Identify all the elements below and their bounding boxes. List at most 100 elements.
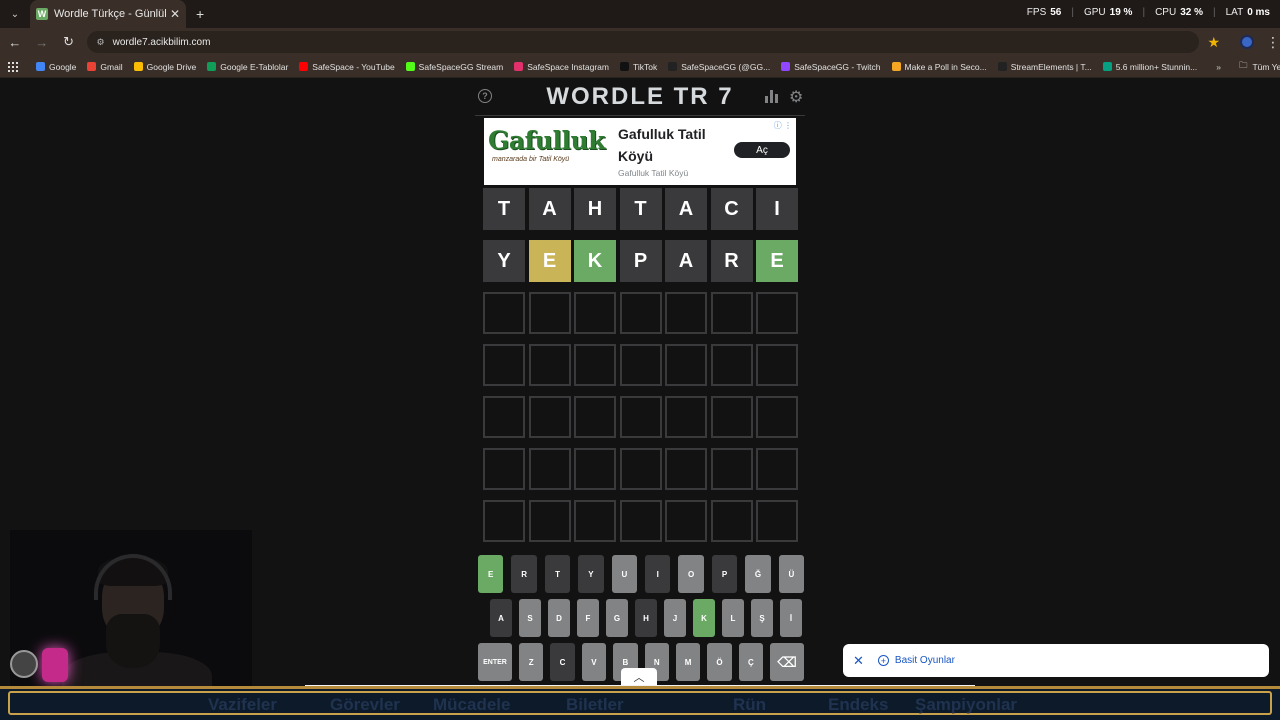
key-ğ[interactable]: Ğ	[745, 555, 771, 593]
folder-icon: 🗀	[1238, 59, 1248, 70]
key-g[interactable]: G	[606, 599, 628, 637]
ad-banner[interactable]: Gafulluk manzarada bir Tatil Köyü Gafull…	[484, 118, 796, 185]
bookmark-label: SafeSpace Instagram	[527, 61, 609, 72]
key-ş[interactable]: Ş	[751, 599, 773, 637]
bookmark-item[interactable]: SafeSpace - YouTube	[299, 62, 395, 72]
board-tile: H	[574, 188, 616, 230]
board-tile	[574, 292, 616, 334]
board-tile	[756, 500, 798, 542]
key-v[interactable]: V	[581, 643, 607, 681]
key-i̇[interactable]: İ	[780, 599, 802, 637]
board-tile	[665, 344, 707, 386]
key-c[interactable]: C	[550, 643, 575, 681]
key-t[interactable]: T	[544, 555, 571, 593]
key-z[interactable]: Z	[518, 643, 544, 681]
key-k[interactable]: K	[693, 599, 715, 637]
url-bar[interactable]: ⚙ wordle7.acikbilim.com	[86, 31, 1200, 53]
backspace-icon[interactable]: ⌫	[770, 643, 805, 681]
key-r[interactable]: R	[511, 555, 537, 593]
stats-icon[interactable]	[765, 90, 779, 103]
board-tile	[619, 500, 662, 542]
bookmark-label: Google Drive	[146, 61, 197, 72]
performance-overlay: FPS 56 | GPU 19 % | CPU 32 % | LAT 0 ms	[1026, 7, 1270, 18]
notification-label[interactable]: Basit Oyunlar	[895, 655, 955, 666]
ad-info-icon[interactable]: ⓘ ⋮	[774, 120, 792, 131]
forward-icon[interactable]: →	[30, 30, 54, 54]
key-ü[interactable]: Ü	[778, 555, 805, 593]
key-m[interactable]: M	[675, 643, 701, 681]
all-bookmarks-folder[interactable]: 🗀 Tüm Yer İşaretleri	[1239, 60, 1280, 74]
key-i[interactable]: I	[645, 555, 671, 593]
key-u[interactable]: U	[611, 555, 638, 593]
bookmark-item[interactable]: SafeSpaceGG (@GG...	[668, 62, 770, 72]
key-ç[interactable]: Ç	[738, 643, 764, 681]
bookmark-label: Google E-Tablolar	[220, 61, 289, 72]
board-tile	[710, 500, 753, 542]
board-tile	[710, 448, 753, 490]
key-d[interactable]: D	[548, 599, 570, 637]
bookmark-favicon-icon	[781, 62, 791, 71]
key-p[interactable]: P	[711, 555, 738, 593]
profile-avatar-icon[interactable]	[1240, 35, 1254, 49]
key-o[interactable]: O	[678, 555, 704, 593]
bookmark-favicon-icon	[405, 62, 415, 71]
key-f[interactable]: F	[577, 599, 599, 637]
bookmark-list: Google Gmail Google Drive Google E-Tablolar…	[36, 62, 1208, 72]
ad-title[interactable]: Gafulluk Tatil Köyü	[618, 123, 728, 167]
board-tile	[756, 344, 798, 386]
board-tile	[710, 344, 753, 386]
tab-search-icon[interactable]: ⌄	[4, 3, 26, 25]
bookmark-item[interactable]: Google	[36, 62, 76, 72]
apps-grid-icon[interactable]	[8, 61, 18, 72]
game-title: WORDLE TR 7	[546, 82, 734, 110]
fps-value: 56	[1050, 7, 1062, 18]
tab-close-icon[interactable]: ✕	[170, 7, 180, 21]
cpu-value: 32 %	[1180, 7, 1203, 18]
board-tile: A	[665, 240, 707, 282]
new-tab-icon[interactable]: +	[196, 6, 204, 22]
key-y[interactable]: Y	[578, 555, 604, 593]
streamer-webcam	[10, 530, 252, 696]
wordle-favicon-icon: W	[36, 8, 48, 20]
bookmark-item[interactable]: StreamElements | T...	[997, 61, 1092, 72]
bookmark-label: StreamElements | T...	[1010, 61, 1092, 72]
bookmark-item[interactable]: 5.6 million+ Stunnin...	[1102, 62, 1197, 72]
key-j[interactable]: J	[664, 599, 686, 637]
enter-key[interactable]: ENTER	[478, 643, 512, 681]
bookmark-item[interactable]: Google E-Tablolar	[207, 62, 288, 72]
game-header: ? WORDLE TR 7 ⚙	[475, 78, 805, 116]
bookmark-item[interactable]: SafeSpace Instagram	[514, 62, 609, 72]
ad-open-button[interactable]: Aç	[734, 142, 790, 158]
key-ö[interactable]: Ö	[707, 643, 732, 681]
key-l[interactable]: L	[722, 599, 744, 637]
bookmark-favicon-icon	[1102, 62, 1112, 71]
games-notification[interactable]: ✕ + Basit Oyunlar	[843, 644, 1269, 677]
bookmark-item[interactable]: Make a Poll in Seco...	[891, 62, 987, 72]
active-tab[interactable]: W Wordle Türkçe - Günlük Kelime ✕	[30, 0, 186, 28]
bookmark-item[interactable]: SafeSpaceGG Stream	[405, 62, 503, 72]
settings-gear-icon[interactable]: ⚙	[789, 87, 803, 107]
browser-menu-icon[interactable]: ⋮	[1266, 34, 1280, 51]
bookmark-item[interactable]: Gmail	[87, 62, 123, 72]
board-tile	[574, 500, 616, 542]
key-a[interactable]: A	[490, 599, 512, 637]
site-info-icon[interactable]: ⚙	[97, 37, 105, 48]
bookmark-favicon-icon	[620, 62, 629, 71]
reload-icon[interactable]: ↻	[57, 30, 81, 54]
help-icon[interactable]: ?	[478, 89, 492, 103]
bookmark-favicon-icon	[299, 62, 309, 71]
key-s[interactable]: S	[519, 599, 541, 637]
key-h[interactable]: H	[635, 599, 657, 637]
back-icon[interactable]: ←	[3, 30, 27, 54]
bookmark-item[interactable]: SafeSpaceGG - Twitch	[781, 62, 881, 72]
bookmark-item[interactable]: Google Drive	[133, 61, 197, 72]
chevron-up-icon[interactable]: ︿	[621, 668, 657, 686]
key-e[interactable]: E	[478, 555, 504, 593]
board-tile	[528, 448, 571, 490]
page-content: ? WORDLE TR 7 ⚙ Gafulluk manzarada bir T…	[0, 78, 1280, 720]
notification-close-icon[interactable]: ✕	[853, 653, 864, 669]
bookmark-star-icon[interactable]: ★	[1207, 34, 1220, 51]
bookmark-item[interactable]: TikTok	[620, 62, 657, 72]
bookmarks-overflow-icon[interactable]: »	[1216, 62, 1221, 72]
gpu-value: 19 %	[1109, 7, 1133, 18]
